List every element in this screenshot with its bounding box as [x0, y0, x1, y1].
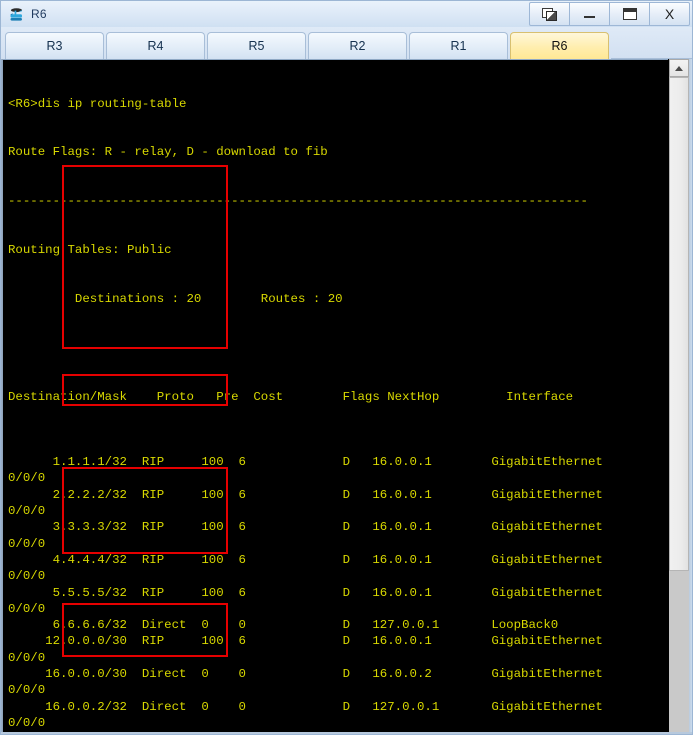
tab-label: R4: [147, 39, 164, 53]
restore-window-button[interactable]: [530, 3, 570, 25]
tab-r2[interactable]: R2: [308, 32, 407, 59]
scroll-up-button[interactable]: [669, 59, 689, 77]
terminal-line: 3.3.3.3/32 RIP 100 6 D 16.0.0.1 GigabitE…: [8, 520, 603, 535]
terminal-line: 16.0.0.0/30 Direct 0 0 D 16.0.0.2 Gigabi…: [8, 666, 603, 681]
terminal-line: 0/0/0: [8, 471, 46, 486]
terminal-line-flags: Route Flags: R - relay, D - download to …: [8, 145, 328, 160]
tab-label: R2: [349, 39, 366, 53]
title-bar: R6 X: [1, 1, 692, 27]
terminal-line: 0/0/0: [8, 650, 46, 665]
terminal-output[interactable]: <R6>dis ip routing-table Route Flags: R …: [8, 60, 665, 734]
close-icon: X: [664, 6, 675, 22]
terminal-line: 5.5.5.5/32 RIP 100 6 D 16.0.0.1 GigabitE…: [8, 585, 603, 600]
close-window-button[interactable]: X: [650, 3, 689, 25]
terminal-line: 6.6.6.6/32 Direct 0 0 D 127.0.0.1 LoopBa…: [8, 618, 559, 633]
vertical-scrollbar[interactable]: [668, 59, 689, 734]
terminal-line: 0/0/0: [8, 536, 46, 551]
terminal-line: 2.2.2.2/32 RIP 100 6 D 16.0.0.1 GigabitE…: [8, 487, 603, 502]
window-right-edge: [689, 59, 692, 734]
terminal-window: R6 X R3 R4 R5 R2 R1 R6 <R6>dis ip routin…: [0, 0, 693, 735]
terminal-line-tables: Routing Tables: Public: [8, 243, 172, 258]
terminal-line: 12.0.0.0/30 RIP 100 6 D 16.0.0.1 Gigabit…: [8, 634, 603, 649]
tab-label: R6: [551, 39, 568, 53]
window-title: R6: [31, 7, 47, 21]
tab-label: R1: [450, 39, 467, 53]
terminal-line: 0/0/0: [8, 601, 46, 616]
terminal-frame: <R6>dis ip routing-table Route Flags: R …: [3, 59, 692, 734]
tab-label: R3: [46, 39, 63, 53]
tab-bar: R3 R4 R5 R2 R1 R6: [1, 27, 692, 59]
terminal-line: 0/0/0: [8, 504, 46, 519]
window-controls: X: [529, 2, 690, 26]
terminal-line: 16.0.0.2/32 Direct 0 0 D 127.0.0.1 Gigab…: [8, 699, 603, 714]
terminal-line: 1.1.1.1/32 RIP 100 6 D 16.0.0.1 GigabitE…: [8, 455, 603, 470]
tab-r6[interactable]: R6: [510, 32, 609, 59]
title-bar-left: R6: [1, 6, 47, 23]
terminal-table-header: Destination/Mask Proto Pre Cost Flags Ne…: [8, 389, 574, 404]
terminal-line-prompt: <R6>dis ip routing-table: [8, 96, 187, 111]
terminal-line: 0/0/0: [8, 683, 46, 698]
terminal-line-counts: Destinations : 20 Routes : 20: [8, 292, 343, 307]
terminal-route-lines: 1.1.1.1/32 RIP 100 6 D 16.0.0.1 GigabitE…: [8, 438, 665, 734]
scrollbar-track[interactable]: [669, 571, 689, 734]
window-bottom-edge: [1, 732, 692, 734]
terminal-line-separator: ----------------------------------------…: [8, 194, 588, 209]
terminal-line: 0/0/0: [8, 569, 46, 584]
tab-r5[interactable]: R5: [207, 32, 306, 59]
restore-icon: [542, 7, 557, 21]
minimize-window-button[interactable]: [570, 3, 610, 25]
terminal-line: 0/0/0: [8, 715, 46, 730]
scrollbar-thumb[interactable]: [669, 77, 689, 571]
terminal-line: 4.4.4.4/32 RIP 100 6 D 16.0.0.1 GigabitE…: [8, 552, 603, 567]
router-icon: [8, 6, 25, 23]
tab-r3[interactable]: R3: [5, 32, 104, 59]
tab-label: R5: [248, 39, 265, 53]
maximize-icon: [622, 8, 637, 20]
maximize-window-button[interactable]: [610, 3, 650, 25]
tab-bar-empty-area: [611, 32, 692, 59]
minimize-icon: [584, 16, 595, 18]
tab-r1[interactable]: R1: [409, 32, 508, 59]
tab-r4[interactable]: R4: [106, 32, 205, 59]
